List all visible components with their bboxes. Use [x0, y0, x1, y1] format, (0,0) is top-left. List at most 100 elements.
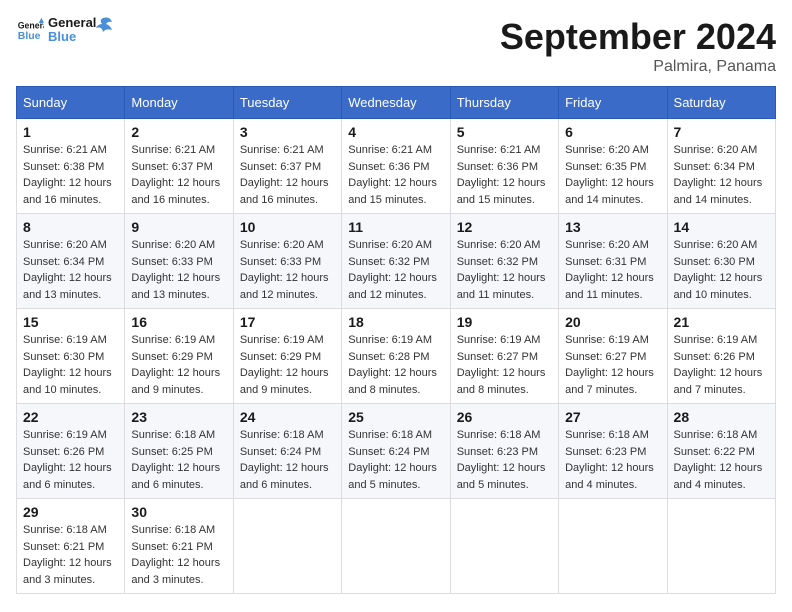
day-number: 6 [565, 124, 660, 140]
calendar-cell: 7 Sunrise: 6:20 AM Sunset: 6:34 PM Dayli… [667, 119, 775, 214]
day-detail: Sunrise: 6:20 AM Sunset: 6:34 PM Dayligh… [674, 142, 769, 208]
day-number: 21 [674, 314, 769, 330]
day-detail: Sunrise: 6:19 AM Sunset: 6:26 PM Dayligh… [23, 427, 118, 493]
day-detail: Sunrise: 6:20 AM Sunset: 6:35 PM Dayligh… [565, 142, 660, 208]
day-detail: Sunrise: 6:19 AM Sunset: 6:30 PM Dayligh… [23, 332, 118, 398]
day-detail: Sunrise: 6:18 AM Sunset: 6:24 PM Dayligh… [348, 427, 443, 493]
day-detail: Sunrise: 6:19 AM Sunset: 6:29 PM Dayligh… [240, 332, 335, 398]
day-number: 29 [23, 504, 118, 520]
calendar-cell [342, 499, 450, 594]
weekday-header-tuesday: Tuesday [233, 87, 341, 119]
logo: General Blue General Blue [16, 16, 114, 45]
weekday-header-sunday: Sunday [17, 87, 125, 119]
calendar-cell: 18 Sunrise: 6:19 AM Sunset: 6:28 PM Dayl… [342, 309, 450, 404]
svg-text:Blue: Blue [18, 30, 41, 42]
day-number: 7 [674, 124, 769, 140]
day-number: 20 [565, 314, 660, 330]
calendar-week-4: 22 Sunrise: 6:19 AM Sunset: 6:26 PM Dayl… [17, 404, 776, 499]
weekday-header-thursday: Thursday [450, 87, 558, 119]
calendar-cell: 29 Sunrise: 6:18 AM Sunset: 6:21 PM Dayl… [17, 499, 125, 594]
day-number: 8 [23, 219, 118, 235]
day-detail: Sunrise: 6:18 AM Sunset: 6:25 PM Dayligh… [131, 427, 226, 493]
day-detail: Sunrise: 6:18 AM Sunset: 6:22 PM Dayligh… [674, 427, 769, 493]
calendar-cell: 11 Sunrise: 6:20 AM Sunset: 6:32 PM Dayl… [342, 214, 450, 309]
day-number: 28 [674, 409, 769, 425]
day-number: 1 [23, 124, 118, 140]
day-number: 14 [674, 219, 769, 235]
day-number: 17 [240, 314, 335, 330]
calendar-cell: 25 Sunrise: 6:18 AM Sunset: 6:24 PM Dayl… [342, 404, 450, 499]
day-detail: Sunrise: 6:19 AM Sunset: 6:29 PM Dayligh… [131, 332, 226, 398]
calendar-cell: 21 Sunrise: 6:19 AM Sunset: 6:26 PM Dayl… [667, 309, 775, 404]
calendar-cell: 3 Sunrise: 6:21 AM Sunset: 6:37 PM Dayli… [233, 119, 341, 214]
calendar-cell: 10 Sunrise: 6:20 AM Sunset: 6:33 PM Dayl… [233, 214, 341, 309]
calendar-cell [559, 499, 667, 594]
day-detail: Sunrise: 6:19 AM Sunset: 6:28 PM Dayligh… [348, 332, 443, 398]
day-number: 16 [131, 314, 226, 330]
location: Palmira, Panama [500, 58, 776, 76]
day-number: 10 [240, 219, 335, 235]
calendar-cell: 13 Sunrise: 6:20 AM Sunset: 6:31 PM Dayl… [559, 214, 667, 309]
calendar-cell: 4 Sunrise: 6:21 AM Sunset: 6:36 PM Dayli… [342, 119, 450, 214]
day-detail: Sunrise: 6:20 AM Sunset: 6:33 PM Dayligh… [240, 237, 335, 303]
calendar-cell: 22 Sunrise: 6:19 AM Sunset: 6:26 PM Dayl… [17, 404, 125, 499]
day-detail: Sunrise: 6:20 AM Sunset: 6:30 PM Dayligh… [674, 237, 769, 303]
weekday-header-wednesday: Wednesday [342, 87, 450, 119]
weekday-header-friday: Friday [559, 87, 667, 119]
calendar-header-row: SundayMondayTuesdayWednesdayThursdayFrid… [17, 87, 776, 119]
calendar-cell: 15 Sunrise: 6:19 AM Sunset: 6:30 PM Dayl… [17, 309, 125, 404]
calendar-cell: 17 Sunrise: 6:19 AM Sunset: 6:29 PM Dayl… [233, 309, 341, 404]
calendar-cell: 9 Sunrise: 6:20 AM Sunset: 6:33 PM Dayli… [125, 214, 233, 309]
day-number: 24 [240, 409, 335, 425]
day-number: 23 [131, 409, 226, 425]
calendar-cell: 16 Sunrise: 6:19 AM Sunset: 6:29 PM Dayl… [125, 309, 233, 404]
calendar-cell [667, 499, 775, 594]
day-detail: Sunrise: 6:18 AM Sunset: 6:24 PM Dayligh… [240, 427, 335, 493]
weekday-header-saturday: Saturday [667, 87, 775, 119]
day-detail: Sunrise: 6:21 AM Sunset: 6:36 PM Dayligh… [348, 142, 443, 208]
calendar-cell: 8 Sunrise: 6:20 AM Sunset: 6:34 PM Dayli… [17, 214, 125, 309]
calendar-week-3: 15 Sunrise: 6:19 AM Sunset: 6:30 PM Dayl… [17, 309, 776, 404]
logo-icon: General Blue [16, 16, 44, 44]
day-number: 19 [457, 314, 552, 330]
day-detail: Sunrise: 6:18 AM Sunset: 6:23 PM Dayligh… [565, 427, 660, 493]
day-number: 12 [457, 219, 552, 235]
logo-bird-icon [92, 14, 114, 36]
calendar-cell: 12 Sunrise: 6:20 AM Sunset: 6:32 PM Dayl… [450, 214, 558, 309]
weekday-header-monday: Monday [125, 87, 233, 119]
calendar-week-2: 8 Sunrise: 6:20 AM Sunset: 6:34 PM Dayli… [17, 214, 776, 309]
calendar-cell: 30 Sunrise: 6:18 AM Sunset: 6:21 PM Dayl… [125, 499, 233, 594]
calendar-cell: 1 Sunrise: 6:21 AM Sunset: 6:38 PM Dayli… [17, 119, 125, 214]
day-detail: Sunrise: 6:21 AM Sunset: 6:37 PM Dayligh… [240, 142, 335, 208]
day-detail: Sunrise: 6:19 AM Sunset: 6:26 PM Dayligh… [674, 332, 769, 398]
day-detail: Sunrise: 6:18 AM Sunset: 6:21 PM Dayligh… [23, 522, 118, 588]
title-area: September 2024 Palmira, Panama [500, 16, 776, 76]
day-detail: Sunrise: 6:19 AM Sunset: 6:27 PM Dayligh… [457, 332, 552, 398]
day-number: 5 [457, 124, 552, 140]
day-number: 3 [240, 124, 335, 140]
day-detail: Sunrise: 6:21 AM Sunset: 6:37 PM Dayligh… [131, 142, 226, 208]
calendar-cell: 14 Sunrise: 6:20 AM Sunset: 6:30 PM Dayl… [667, 214, 775, 309]
day-detail: Sunrise: 6:20 AM Sunset: 6:32 PM Dayligh… [457, 237, 552, 303]
day-detail: Sunrise: 6:20 AM Sunset: 6:33 PM Dayligh… [131, 237, 226, 303]
calendar-cell: 19 Sunrise: 6:19 AM Sunset: 6:27 PM Dayl… [450, 309, 558, 404]
day-number: 11 [348, 219, 443, 235]
calendar-cell: 23 Sunrise: 6:18 AM Sunset: 6:25 PM Dayl… [125, 404, 233, 499]
calendar-week-1: 1 Sunrise: 6:21 AM Sunset: 6:38 PM Dayli… [17, 119, 776, 214]
calendar-cell: 6 Sunrise: 6:20 AM Sunset: 6:35 PM Dayli… [559, 119, 667, 214]
day-detail: Sunrise: 6:21 AM Sunset: 6:38 PM Dayligh… [23, 142, 118, 208]
day-number: 4 [348, 124, 443, 140]
calendar-cell: 20 Sunrise: 6:19 AM Sunset: 6:27 PM Dayl… [559, 309, 667, 404]
calendar-cell: 27 Sunrise: 6:18 AM Sunset: 6:23 PM Dayl… [559, 404, 667, 499]
logo-blue-text: Blue [48, 30, 96, 44]
calendar-cell: 2 Sunrise: 6:21 AM Sunset: 6:37 PM Dayli… [125, 119, 233, 214]
calendar-cell: 24 Sunrise: 6:18 AM Sunset: 6:24 PM Dayl… [233, 404, 341, 499]
day-detail: Sunrise: 6:20 AM Sunset: 6:31 PM Dayligh… [565, 237, 660, 303]
calendar-cell [450, 499, 558, 594]
day-detail: Sunrise: 6:19 AM Sunset: 6:27 PM Dayligh… [565, 332, 660, 398]
calendar-cell: 5 Sunrise: 6:21 AM Sunset: 6:36 PM Dayli… [450, 119, 558, 214]
calendar-cell [233, 499, 341, 594]
day-detail: Sunrise: 6:21 AM Sunset: 6:36 PM Dayligh… [457, 142, 552, 208]
day-number: 30 [131, 504, 226, 520]
day-number: 18 [348, 314, 443, 330]
